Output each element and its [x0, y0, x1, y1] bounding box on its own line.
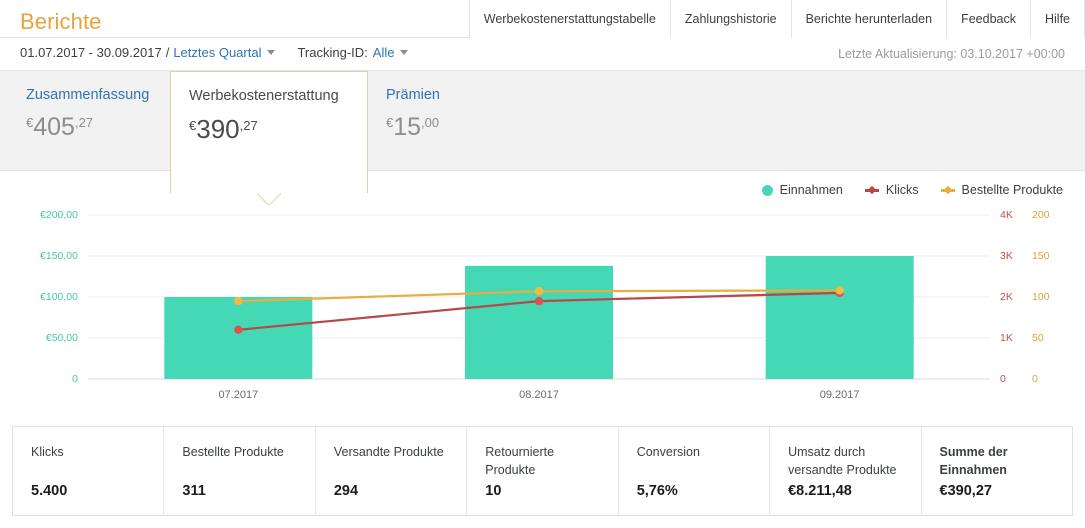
summary-cards-strip: Zusammenfassung €405,27 Werbekostenerstatt…: [0, 71, 1085, 193]
metric-cell-6: Summe der Einnahmen €390,27: [922, 427, 1072, 515]
amount-decimal: ,27: [239, 118, 258, 133]
metric-cell-5: Umsatz durch versandte Produkte €8.211,48: [770, 427, 922, 515]
y-axis-right1-tick: 4K: [1000, 209, 1013, 221]
metric-label: Bestellte Produkte: [182, 445, 284, 459]
tracking-id-label: Tracking-ID:: [297, 45, 368, 60]
amount-integer: 405: [33, 113, 75, 141]
chart-bar: [164, 297, 313, 379]
last-update-text: Letzte Aktualisierung: 03.10.2017 +00:00: [838, 47, 1065, 61]
metric-cell-2: Versandte Produkte 294: [316, 427, 468, 515]
metric-label: Versandte Produkte: [333, 445, 444, 459]
y-axis-right2-tick: 100: [1032, 291, 1050, 303]
date-range-text: 01.07.2017 - 30.09.2017: [20, 45, 162, 60]
y-axis-left-tick: €50,00: [45, 332, 78, 344]
y-axis-left-tick: €100,00: [40, 291, 78, 303]
amount-integer: 15: [393, 113, 422, 141]
chart-data-point: [835, 286, 844, 295]
metric-value: 5.400: [31, 483, 68, 499]
card-pointer-arrow: [257, 192, 281, 205]
summary-card-title: Werbekostenerstattung: [189, 88, 339, 104]
amount-integer: 390: [196, 114, 240, 144]
summary-card-title[interactable]: Zusammenfassung: [26, 87, 152, 103]
nav-tab-1[interactable]: Zahlungshistorie: [669, 0, 791, 38]
metric-value: €390,27: [939, 483, 992, 499]
metric-value: 311: [182, 483, 206, 499]
y-axis-right2-tick: 0: [1032, 373, 1038, 385]
y-axis-right1-tick: 0: [1000, 373, 1006, 385]
metric-cell-1: Bestellte Produkte 311: [164, 427, 316, 515]
metric-label: Conversion: [636, 445, 700, 459]
top-nav-tabs: Werbekostenerstattungstabelle Zahlungshis…: [468, 0, 1085, 38]
y-axis-right1-tick: 2K: [1000, 291, 1013, 303]
summary-card-0[interactable]: Zusammenfassung €405,27: [8, 71, 170, 171]
tracking-id-dropdown[interactable]: Alle: [373, 45, 395, 60]
chart-bar: [465, 265, 613, 379]
filter-bar: 01.07.2017 - 30.09.2017 / Letztes Quarta…: [0, 38, 1085, 71]
amount-decimal: ,27: [74, 115, 94, 130]
metrics-table: Klicks 5.400 Bestellte Produkte 311 Versandt…: [12, 426, 1073, 516]
metric-label: Klicks: [31, 445, 64, 459]
y-axis-right2-tick: 50: [1032, 332, 1044, 344]
nav-tab-4[interactable]: Hilfe: [1029, 0, 1085, 38]
metric-value: €8.211,48: [788, 483, 852, 499]
nav-tab-0[interactable]: Werbekostenerstattungstabelle: [468, 0, 670, 38]
chart-data-point: [534, 287, 544, 296]
x-axis-tick: 09.2017: [819, 389, 860, 401]
x-axis-tick: 08.2017: [519, 389, 559, 401]
summary-card-amount: €405,27: [26, 115, 152, 140]
summary-cards: Zusammenfassung €405,27 Werbekostenerstatt…: [0, 71, 1085, 193]
y-axis-right1-tick: 1K: [1000, 332, 1013, 344]
chart-bar: [765, 256, 914, 379]
metric-label: Retournierte Produkte: [485, 445, 555, 478]
y-axis-right1-tick: 3K: [1000, 250, 1013, 262]
metric-cell-0: Klicks 5.400: [13, 427, 165, 515]
summary-card-1: Werbekostenerstattung €390,27: [170, 71, 368, 193]
amount-decimal: ,00: [421, 115, 440, 130]
page-title: Berichte: [20, 9, 102, 34]
y-axis-left-tick: €150,00: [40, 250, 78, 262]
metric-value: 5,76%: [636, 483, 678, 499]
metric-cell-3: Retournierte Produkte 10: [467, 427, 619, 515]
chart-panel: Einnahmen Klicks Bestellte Produkte 0 €50,0…: [0, 171, 1085, 426]
chart-plot: 0 €50,00 €100,00 €150,00 €200,00 0 1K 2K 3K 4K 0 50…: [0, 171, 1085, 426]
reports-page: Berichte Werbekostenerstattungstabelle Za…: [0, 0, 1085, 528]
chevron-down-icon[interactable]: [267, 50, 276, 55]
date-separator: /: [165, 45, 170, 60]
y-axis-left-tick: 0: [72, 373, 78, 385]
nav-tab-2[interactable]: Berichte herunterladen: [790, 0, 947, 38]
filter-controls: 01.07.2017 - 30.09.2017 / Letztes Quarta…: [20, 45, 409, 60]
metric-label: Umsatz durch versandte Produkte: [788, 445, 897, 478]
chart-data-point: [234, 296, 243, 306]
summary-card-amount: €15,00: [386, 115, 505, 140]
y-axis-left-tick: €200,00: [40, 209, 78, 221]
page-header: Berichte Werbekostenerstattungstabelle Za…: [0, 0, 1085, 38]
summary-card-2[interactable]: Prämien €15,00: [368, 71, 523, 171]
summary-card-title[interactable]: Prämien: [386, 87, 505, 103]
x-axis-tick: 07.2017: [218, 389, 259, 401]
y-axis-right2-tick: 150: [1032, 250, 1050, 262]
y-axis-right2-tick: 200: [1032, 209, 1050, 221]
metric-value: 294: [333, 483, 359, 499]
chart-svg: [88, 214, 990, 380]
nav-tab-3[interactable]: Feedback: [946, 0, 1030, 38]
summary-card-amount: €390,27: [189, 116, 349, 142]
chart-data-point: [234, 325, 243, 334]
chart-data-point: [534, 296, 544, 306]
metric-value: 10: [485, 483, 502, 499]
chevron-down-icon-tracking[interactable]: [400, 50, 409, 55]
date-preset-dropdown[interactable]: Letztes Quartal: [173, 45, 261, 60]
metric-label: Summe der Einnahmen: [939, 445, 1008, 478]
metric-cell-4: Conversion 5,76%: [619, 427, 771, 515]
